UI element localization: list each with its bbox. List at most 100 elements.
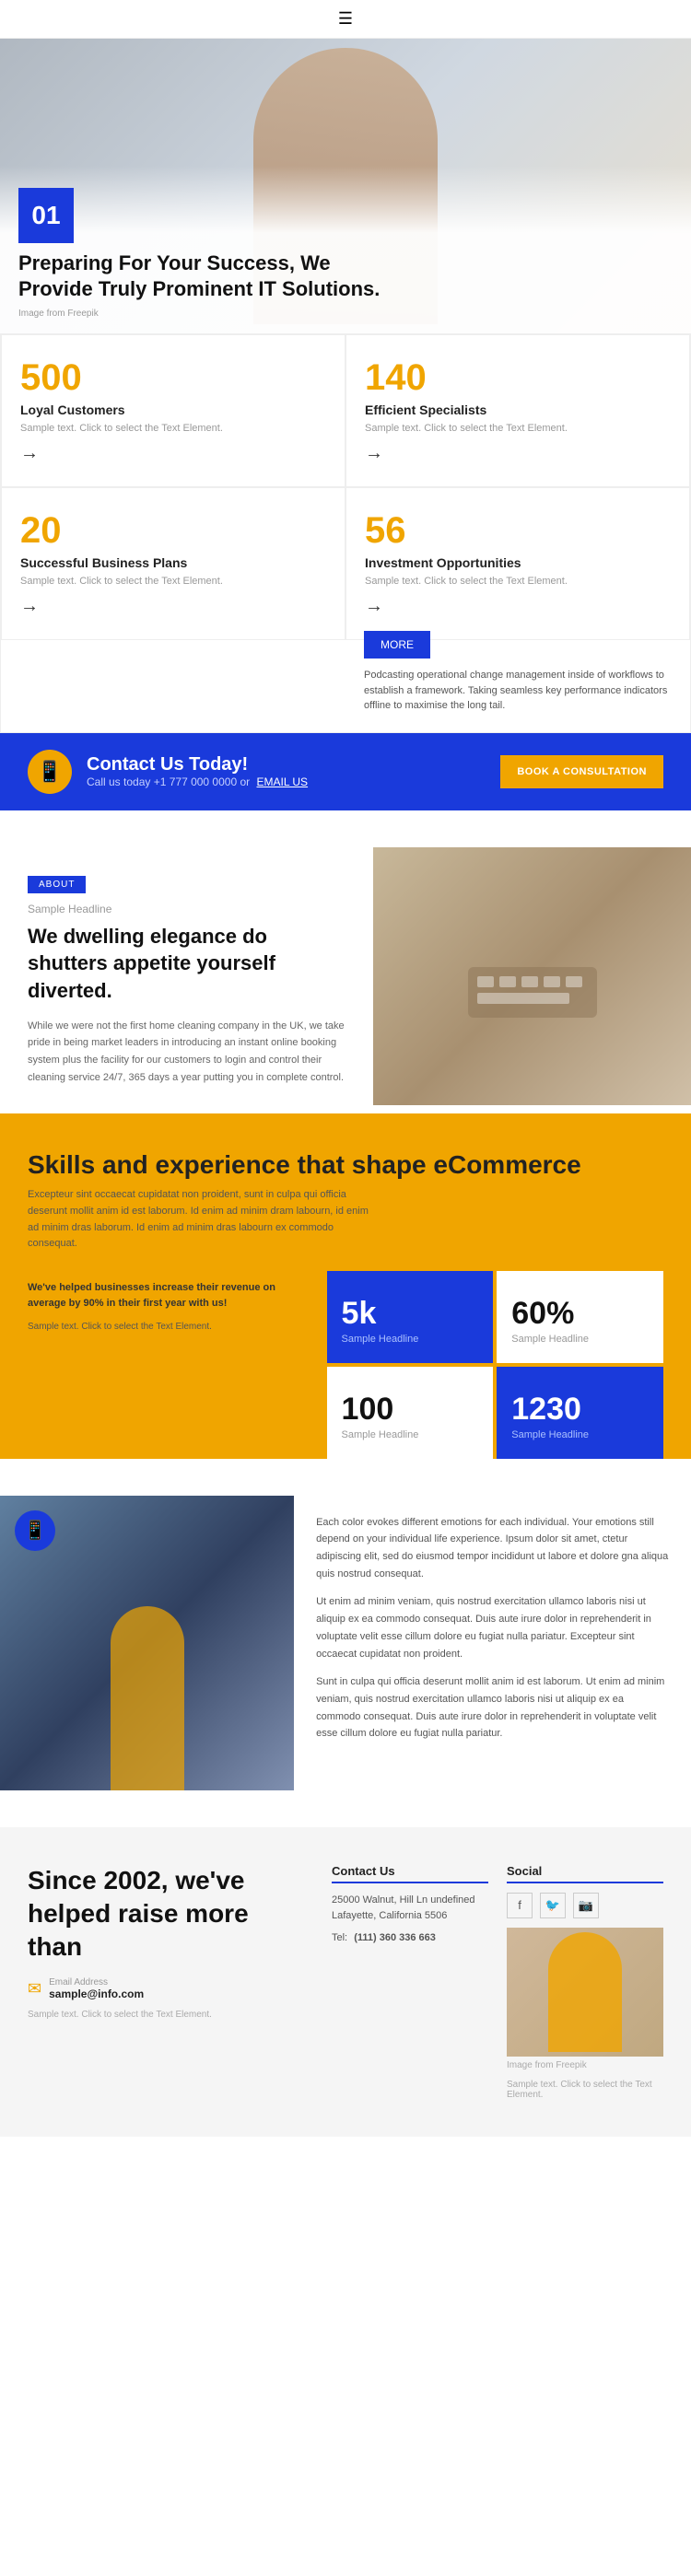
since-sample-text: Sample text. Click to select the Text El… — [28, 2010, 304, 2020]
skill-number-1: 5k — [342, 1296, 377, 1332]
since-section: Since 2002, we've helped raise more than… — [0, 1827, 691, 2137]
stat-text-4: Sample text. Click to select the Text El… — [365, 576, 671, 587]
contact-bar-text: Contact Us Today! Call us today +1 777 0… — [87, 754, 308, 788]
email-us-link[interactable]: EMAIL US — [256, 775, 308, 788]
stats-section: 500 Loyal Customers Sample text. Click t… — [0, 333, 691, 733]
stat-number-3: 20 — [20, 510, 326, 552]
img-text-para-2: Ut enim ad minim veniam, quis nostrud ex… — [316, 1593, 669, 1662]
since-image-caption: Image from Freepik — [507, 2060, 663, 2070]
since-social-title: Social — [507, 1864, 663, 1883]
skill-box-3: 100 Sample Headline — [327, 1367, 494, 1459]
since-contact-col: Contact Us 25000 Walnut, Hill Ln undefin… — [332, 1864, 488, 2100]
stat-number-1: 500 — [20, 357, 326, 399]
since-title: Since 2002, we've helped raise more than — [28, 1864, 304, 1964]
stat-text-1: Sample text. Click to select the Text El… — [20, 423, 326, 434]
since-bottom-sample: Sample text. Click to select the Text El… — [507, 2080, 663, 2100]
skill-number-3: 100 — [342, 1392, 394, 1428]
img-text-section: 📱 Each color evokes different emotions f… — [0, 1459, 691, 1827]
phone-icon-circle: 📱 — [15, 1510, 55, 1551]
stat-box-2: 140 Efficient Specialists Sample text. C… — [346, 334, 690, 487]
skills-sub: Excepteur sint occaecat cupidatat non pr… — [28, 1187, 378, 1252]
tel-label: Tel: — [332, 1932, 347, 1943]
img-text-left: 📱 — [0, 1496, 294, 1790]
about-left: ABOUT Sample Headline We dwelling elegan… — [0, 847, 373, 1114]
stat-box-4: 56 Investment Opportunities Sample text.… — [346, 487, 690, 640]
since-social-col: Social f 🐦 📷 Image from Freepik Sample t… — [507, 1864, 663, 2100]
since-tel: Tel: (111) 360 336 663 — [332, 1930, 488, 1947]
skill-label-1: Sample Headline — [342, 1334, 419, 1345]
tel-number: (111) 360 336 663 — [354, 1932, 436, 1943]
since-person-shape — [548, 1932, 622, 2052]
mail-icon: ✉ — [28, 1979, 41, 1999]
since-email-block: Email Address sample@info.com — [49, 1977, 144, 2000]
hero-overlay: 01 Preparing For Your Success, We Provid… — [0, 166, 691, 333]
since-image-placeholder — [507, 1928, 663, 2057]
stat-label-4: Investment Opportunities — [365, 555, 671, 570]
stat-arrow-4[interactable]: → — [365, 596, 671, 617]
stat-label-2: Efficient Specialists — [365, 402, 671, 417]
since-address: 25000 Walnut, Hill Ln undefined Lafayett… — [332, 1893, 488, 1925]
stat-number-2: 140 — [365, 357, 671, 399]
about-body: While we were not the first home cleanin… — [28, 1018, 346, 1087]
since-email: sample@info.com — [49, 1987, 144, 2000]
contact-bar-sub-text: Call us today +1 777 000 0000 or — [87, 775, 250, 788]
stat-label-1: Loyal Customers — [20, 402, 326, 417]
contact-bar-sub: Call us today +1 777 000 0000 or EMAIL U… — [87, 775, 308, 788]
skill-label-2: Sample Headline — [511, 1334, 589, 1345]
contact-bar: 📱 Contact Us Today! Call us today +1 777… — [0, 733, 691, 810]
stat-text-2: Sample text. Click to select the Text El… — [365, 423, 671, 434]
img-text-right: Each color evokes different emotions for… — [294, 1496, 691, 1790]
skills-left-sub: Sample text. Click to select the Text El… — [28, 1320, 309, 1334]
contact-phone-icon: 📱 — [28, 750, 72, 794]
facebook-icon[interactable]: f — [507, 1893, 533, 1918]
about-image — [373, 847, 691, 1114]
stat-number-4: 56 — [365, 510, 671, 552]
since-contact-title: Contact Us — [332, 1864, 488, 1883]
hero-caption: Image from Freepik — [18, 309, 673, 319]
instagram-icon[interactable]: 📷 — [573, 1893, 599, 1918]
skill-box-1: 5k Sample Headline — [327, 1271, 494, 1363]
hero-section: 01 Preparing For Your Success, We Provid… — [0, 39, 691, 333]
stat-box-1: 500 Loyal Customers Sample text. Click t… — [1, 334, 346, 487]
skill-number-2: 60% — [511, 1296, 574, 1332]
stat-label-3: Successful Business Plans — [20, 555, 326, 570]
skill-label-3: Sample Headline — [342, 1429, 419, 1440]
img-text-para-1: Each color evokes different emotions for… — [316, 1514, 669, 1583]
stat-text-3: Sample text. Click to select the Text El… — [20, 576, 326, 587]
skill-label-4: Sample Headline — [511, 1429, 589, 1440]
hamburger-menu-icon[interactable]: ☰ — [338, 9, 353, 29]
skills-grid-wrapper: We've helped businesses increase their r… — [28, 1271, 663, 1459]
about-small-headline: Sample Headline — [28, 903, 346, 915]
since-email-label: Email Address — [49, 1977, 144, 1987]
stat-arrow-1[interactable]: → — [20, 443, 326, 464]
skill-number-4: 1230 — [511, 1392, 581, 1428]
since-right: Contact Us 25000 Walnut, Hill Ln undefin… — [332, 1864, 663, 2100]
more-button[interactable]: MORE — [364, 631, 430, 659]
img-text-para-3: Sunt in culpa qui officia deserunt molli… — [316, 1673, 669, 1743]
keyboard-illustration — [450, 930, 615, 1022]
phone-icon: 📱 — [24, 1519, 47, 1542]
skill-box-4: 1230 Sample Headline — [497, 1367, 663, 1459]
about-heading: We dwelling elegance do shutters appetit… — [28, 923, 346, 1005]
since-email-row: ✉ Email Address sample@info.com — [28, 1977, 304, 2000]
since-left: Since 2002, we've helped raise more than… — [28, 1864, 332, 2100]
about-section: ABOUT Sample Headline We dwelling elegan… — [0, 810, 691, 1114]
stat-box-3: 20 Successful Business Plans Sample text… — [1, 487, 346, 640]
hero-number: 01 — [18, 188, 74, 243]
about-image-placeholder — [373, 847, 691, 1105]
stats-more-area: MORE Podcasting operational change manag… — [346, 631, 690, 732]
book-consultation-button[interactable]: BOOK A CONSULTATION — [500, 755, 663, 788]
person-silhouette — [111, 1606, 184, 1790]
stats-description: Podcasting operational change management… — [364, 668, 672, 714]
skills-title: Skills and experience that shape eCommer… — [28, 1150, 663, 1180]
skills-section: Skills and experience that shape eCommer… — [0, 1113, 691, 1458]
contact-bar-left: 📱 Contact Us Today! Call us today +1 777… — [28, 750, 308, 794]
skills-grid: 5k Sample Headline 60% Sample Headline 1… — [327, 1271, 663, 1459]
header: ☰ — [0, 0, 691, 39]
skills-left-text: We've helped businesses increase their r… — [28, 1271, 309, 1459]
twitter-icon[interactable]: 🐦 — [540, 1893, 566, 1918]
stat-arrow-2[interactable]: → — [365, 443, 671, 464]
contact-bar-title: Contact Us Today! — [87, 754, 308, 775]
about-tag: ABOUT — [28, 876, 86, 893]
stat-arrow-3[interactable]: → — [20, 596, 326, 617]
